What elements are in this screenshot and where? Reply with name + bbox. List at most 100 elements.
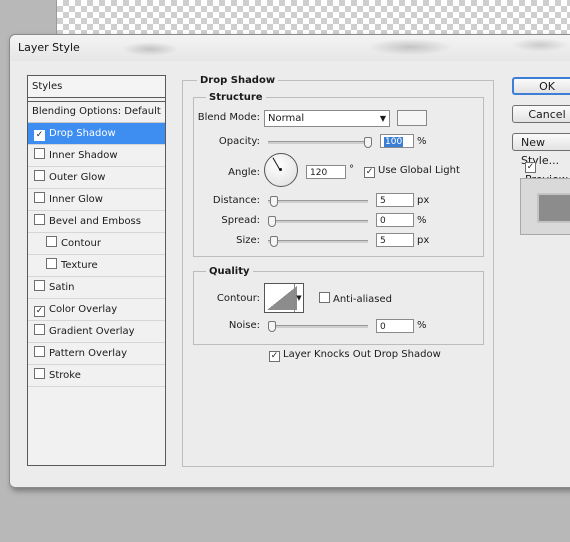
ok-button[interactable]: OK xyxy=(512,77,570,95)
contour-picker[interactable]: ▼ xyxy=(264,283,304,313)
opacity-label: Opacity: xyxy=(218,136,260,147)
style-item-label: Inner Glow xyxy=(49,194,103,205)
chevron-down-icon: ▼ xyxy=(379,114,386,123)
style-checkbox-pattern-overlay[interactable] xyxy=(34,346,45,357)
style-checkbox-texture[interactable] xyxy=(46,258,57,269)
style-item-inner-glow[interactable]: Inner Glow xyxy=(28,189,165,211)
spread-input[interactable]: 0 xyxy=(376,213,414,227)
style-item-label: Drop Shadow xyxy=(49,128,116,139)
noise-unit: % xyxy=(417,320,427,331)
angle-value: 120 xyxy=(310,168,328,178)
style-item-label: Stroke xyxy=(49,370,81,381)
style-item-gradient-overlay[interactable]: Gradient Overlay xyxy=(28,321,165,343)
distance-label: Distance: xyxy=(212,195,260,206)
noise-slider[interactable] xyxy=(268,321,368,332)
shadow-color-swatch[interactable] xyxy=(397,110,427,126)
angle-label: Angle: xyxy=(228,167,260,178)
style-item-label: Contour xyxy=(61,238,101,249)
preview-check[interactable]: ✓ xyxy=(525,162,536,173)
contour-label: Contour: xyxy=(216,293,260,304)
style-item-satin[interactable]: Satin xyxy=(28,277,165,299)
style-item-label: Outer Glow xyxy=(49,172,106,183)
style-checkbox-gradient-overlay[interactable] xyxy=(34,324,45,335)
opacity-unit: % xyxy=(417,136,427,147)
style-item-stroke[interactable]: Stroke xyxy=(28,365,165,387)
blending-options-item[interactable]: Blending Options: Default xyxy=(28,101,165,123)
spread-slider[interactable] xyxy=(268,216,368,227)
distance-slider-thumb[interactable] xyxy=(270,196,278,207)
structure-group: Structure Blend Mode: Normal ▼ Opacity: … xyxy=(193,92,484,257)
dialog-titlebar[interactable]: Layer Style xyxy=(10,35,570,61)
style-checkbox-satin[interactable] xyxy=(34,280,45,291)
style-item-bevel-and-emboss[interactable]: Bevel and Emboss xyxy=(28,211,165,233)
style-item-inner-shadow[interactable]: Inner Shadow xyxy=(28,145,165,167)
blend-mode-select[interactable]: Normal ▼ xyxy=(264,110,390,127)
angle-input[interactable]: 120 xyxy=(306,165,346,179)
use-global-light-label: Use Global Light xyxy=(378,165,460,176)
drop-shadow-panel: Drop Shadow Structure Blend Mode: Normal… xyxy=(182,75,494,467)
cancel-button[interactable]: Cancel xyxy=(512,105,570,123)
contour-linear-icon xyxy=(267,286,297,310)
size-label: Size: xyxy=(236,235,260,246)
anti-aliased-check[interactable] xyxy=(319,292,330,303)
knockout-check[interactable]: ✓ xyxy=(269,351,280,362)
size-input[interactable]: 5 xyxy=(376,233,414,247)
style-preview-thumbnail xyxy=(520,178,570,235)
style-checkbox-stroke[interactable] xyxy=(34,368,45,379)
noise-label: Noise: xyxy=(228,320,260,331)
spread-slider-thumb[interactable] xyxy=(268,216,276,227)
size-slider-thumb[interactable] xyxy=(270,236,278,247)
style-item-label: Bevel and Emboss xyxy=(49,216,141,227)
style-item-pattern-overlay[interactable]: Pattern Overlay xyxy=(28,343,165,365)
use-global-light-check[interactable]: ✓ xyxy=(364,167,375,178)
style-item-color-overlay[interactable]: ✓ Color Overlay xyxy=(28,299,165,321)
structure-title: Structure xyxy=(206,92,266,103)
styles-list: Styles Blending Options: Default ✓ Drop S… xyxy=(27,75,166,466)
noise-slider-thumb[interactable] xyxy=(268,321,276,332)
angle-dial[interactable] xyxy=(264,153,298,187)
blend-mode-value: Normal xyxy=(268,113,305,124)
angle-unit: ° xyxy=(349,164,354,175)
spread-unit: % xyxy=(417,215,427,226)
style-item-label: Color Overlay xyxy=(49,304,118,315)
style-checkbox-color-overlay[interactable]: ✓ xyxy=(34,306,45,317)
opacity-value: 100 xyxy=(384,137,404,147)
new-style-button[interactable]: New Style... xyxy=(512,133,570,167)
chevron-down-icon[interactable]: ▼ xyxy=(294,284,303,312)
opacity-input[interactable]: 100 xyxy=(380,134,414,148)
style-item-label: Satin xyxy=(49,282,75,293)
distance-value: 5 xyxy=(380,196,386,206)
distance-input[interactable]: 5 xyxy=(376,193,414,207)
background-flourish xyxy=(70,35,570,61)
quality-title: Quality xyxy=(206,266,253,277)
noise-value: 0 xyxy=(380,322,386,332)
style-checkbox-inner-shadow[interactable] xyxy=(34,148,45,159)
style-item-contour[interactable]: Contour xyxy=(28,233,165,255)
size-unit: px xyxy=(417,235,430,246)
spread-label: Spread: xyxy=(221,215,260,226)
quality-group: Quality Contour: ▼ Anti-aliased Noise: 0… xyxy=(193,266,484,345)
dialog-title: Layer Style xyxy=(18,41,80,54)
angle-dial-center xyxy=(279,168,282,171)
style-item-drop-shadow[interactable]: ✓ Drop Shadow xyxy=(28,123,165,145)
size-slider[interactable] xyxy=(268,236,368,247)
style-item-outer-glow[interactable]: Outer Glow xyxy=(28,167,165,189)
anti-aliased-label: Anti-aliased xyxy=(333,294,393,305)
style-checkbox-bevel-and-emboss[interactable] xyxy=(34,214,45,225)
distance-unit: px xyxy=(417,195,430,206)
spread-value: 0 xyxy=(380,216,386,226)
anti-aliased-checkbox[interactable]: Anti-aliased xyxy=(319,292,392,305)
styles-header[interactable]: Styles xyxy=(28,76,165,98)
canvas-background xyxy=(56,0,570,34)
style-item-texture[interactable]: Texture xyxy=(28,255,165,277)
style-checkbox-outer-glow[interactable] xyxy=(34,170,45,181)
distance-slider[interactable] xyxy=(268,196,368,207)
opacity-slider[interactable] xyxy=(268,137,372,148)
style-checkbox-drop-shadow[interactable]: ✓ xyxy=(34,130,45,141)
opacity-slider-thumb[interactable] xyxy=(364,137,372,148)
style-checkbox-inner-glow[interactable] xyxy=(34,192,45,203)
knockout-checkbox[interactable]: ✓ Layer Knocks Out Drop Shadow xyxy=(269,349,441,362)
noise-input[interactable]: 0 xyxy=(376,319,414,333)
style-checkbox-contour[interactable] xyxy=(46,236,57,247)
use-global-light-checkbox[interactable]: ✓ Use Global Light xyxy=(364,165,460,178)
